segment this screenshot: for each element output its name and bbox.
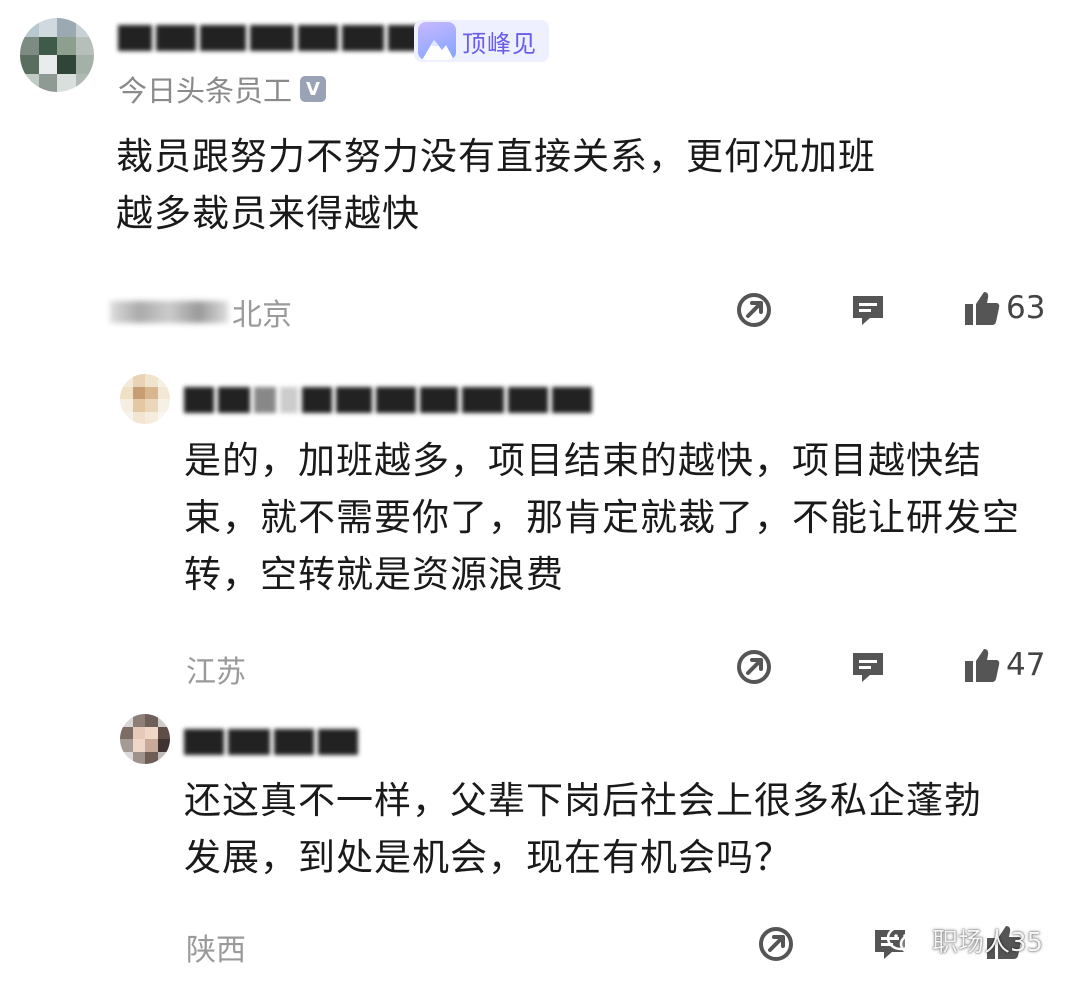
comment-line: 发展，到处是机会，现在有机会吗？ xyxy=(184,836,792,879)
author-name-obscured[interactable] xyxy=(184,722,358,762)
comment-line: 转，空转就是资源浪费 xyxy=(184,553,564,596)
thumbs-up-icon xyxy=(965,292,1000,325)
obscured-location-prefix xyxy=(110,301,228,323)
share-arrow-icon xyxy=(737,650,771,684)
comment-line: 束，就不需要你了，那肯定就裁了，不能让研发空 xyxy=(184,496,1020,539)
comment-line: 裁员跟努力不努力没有直接关系，更何况加班 xyxy=(116,135,876,178)
watermark: 职场人35 xyxy=(886,922,1043,959)
comment-line: 越多裁员来得越快 xyxy=(116,192,420,235)
like-button[interactable]: 63 xyxy=(962,288,1045,328)
reply-button[interactable] xyxy=(848,290,888,330)
comment-location: 北京 xyxy=(110,290,292,334)
watermark-text: 职场人35 xyxy=(932,928,1044,958)
avatar[interactable] xyxy=(120,374,170,424)
comment-body: 裁员跟努力不努力没有直接关系，更何况加班 越多裁员来得越快 xyxy=(116,128,876,242)
mountain-badge-icon xyxy=(418,22,456,60)
comment-bubble-icon xyxy=(853,296,883,325)
author-title-text: 今日头条员工 xyxy=(118,74,293,108)
avatar[interactable] xyxy=(20,18,94,92)
location-text: 陕西 xyxy=(186,933,246,968)
like-button[interactable]: 47 xyxy=(962,645,1045,685)
author-name-obscured[interactable] xyxy=(118,18,428,58)
comment-bubble-icon xyxy=(853,653,883,682)
share-button[interactable] xyxy=(734,647,774,687)
comment-location: 陕西 xyxy=(186,925,246,969)
comment-line: 是的，加班越多，项目结束的越快，项目越快结 xyxy=(184,439,982,482)
comment-body: 还这真不一样，父辈下岗后社会上很多私企蓬勃 发展，到处是机会，现在有机会吗？ xyxy=(184,772,982,886)
reply-button[interactable] xyxy=(848,647,888,687)
thumbs-up-icon xyxy=(965,649,1000,682)
avatar[interactable] xyxy=(120,714,170,764)
comment-body: 是的，加班越多，项目结束的越快，项目越快结 束，就不需要你了，那肯定就裁了，不能… xyxy=(184,432,1020,603)
author-title: 今日头条员工 V xyxy=(118,68,327,110)
share-arrow-icon xyxy=(737,293,771,327)
badge-label: 顶峰见 xyxy=(462,29,537,58)
location-text: 江苏 xyxy=(186,655,246,690)
share-arrow-icon xyxy=(759,927,793,961)
wechat-icon xyxy=(886,925,925,954)
like-count: 47 xyxy=(1006,647,1046,683)
comment-location: 江苏 xyxy=(186,647,246,691)
share-button[interactable] xyxy=(756,924,796,964)
author-name-obscured[interactable] xyxy=(184,380,592,420)
comment-line: 还这真不一样，父辈下岗后社会上很多私企蓬勃 xyxy=(184,779,982,822)
like-count: 63 xyxy=(1006,290,1046,326)
share-button[interactable] xyxy=(734,290,774,330)
achievement-badge: 顶峰见 xyxy=(414,20,549,62)
location-text: 北京 xyxy=(232,298,292,333)
verified-icon: V xyxy=(300,76,327,102)
